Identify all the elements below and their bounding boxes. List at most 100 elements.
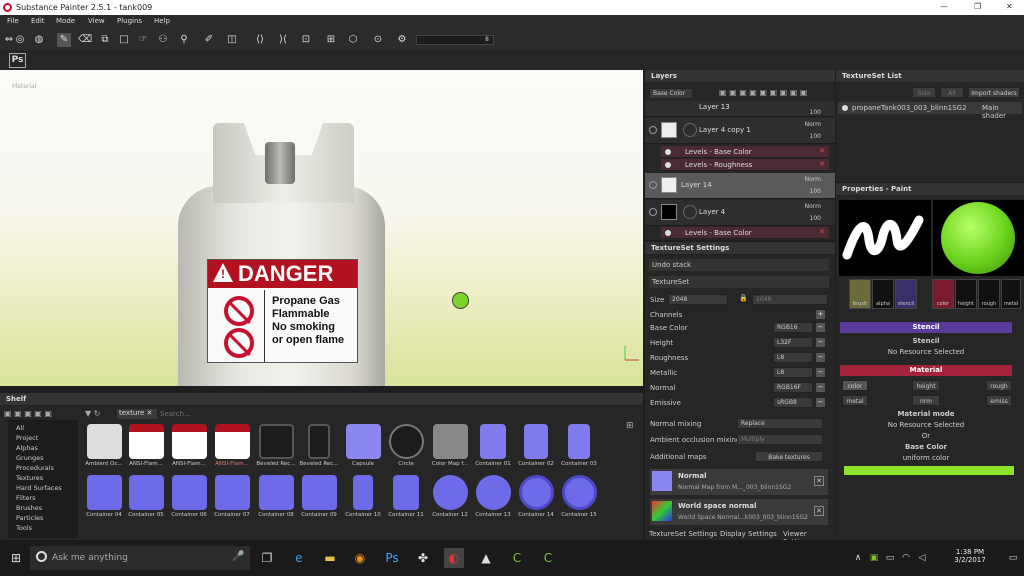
layer-opacity[interactable]: 100 — [810, 188, 821, 195]
channel-format[interactable]: sRGB8 — [773, 397, 813, 408]
channel-format[interactable]: RGB16F — [773, 382, 813, 393]
layer-row-selected[interactable]: Layer 14 Norm 100 — [645, 173, 835, 199]
channel-format[interactable]: L8 — [773, 367, 813, 378]
shelf-item[interactable]: Beveled Rec... — [256, 424, 296, 472]
shelf-item[interactable]: Container 04 — [84, 475, 124, 523]
close-button[interactable]: ✕ — [1006, 2, 1013, 11]
category-item[interactable]: Particles — [16, 514, 43, 522]
symmetry-icon[interactable]: ◫ — [225, 33, 239, 47]
shelf-item[interactable]: Container 05 — [126, 475, 166, 523]
lock-icon[interactable]: 🔒 — [739, 294, 748, 302]
stencil-value[interactable]: No Resource Selected — [840, 348, 1012, 356]
paint-brush-icon[interactable]: ✎ — [57, 33, 71, 47]
shelf-filter-icon[interactable]: ▼ ↻ — [85, 409, 100, 418]
screenshot-icon[interactable]: ⊡ — [299, 33, 313, 47]
shelf-item[interactable]: ANSI-Flam... — [169, 424, 209, 472]
camtasia-recorder-taskbar-icon[interactable]: C — [538, 548, 558, 568]
shelf-item[interactable]: Container 11 — [386, 475, 426, 523]
shelf-item-selected[interactable]: ANSI-Flam... — [212, 424, 252, 472]
projection-icon[interactable]: ⧉ — [98, 33, 112, 47]
shelf-item[interactable]: Container 01 — [473, 424, 513, 472]
brush-size-slider[interactable]: 8 — [416, 35, 494, 45]
layer-row[interactable]: Layer 13 100 — [645, 101, 835, 117]
add-channel-button[interactable]: + — [816, 310, 825, 319]
shelf-item[interactable]: Container 09 — [299, 475, 339, 523]
undo-stack-row[interactable]: Undo stack — [649, 259, 829, 271]
visibility-icon[interactable] — [649, 208, 657, 216]
mat-height-button[interactable]: height — [912, 380, 940, 391]
menu-edit[interactable]: Edit — [31, 17, 45, 25]
remove-channel-button[interactable]: − — [816, 368, 825, 377]
menu-view[interactable]: View — [88, 17, 105, 25]
category-item[interactable]: All — [16, 424, 24, 432]
map-card-normal[interactable]: Normal Normal Map from M..._003_blinn1SG2… — [650, 469, 828, 495]
category-item[interactable]: Project — [16, 434, 38, 442]
mirror-x-icon[interactable]: ⟨⟩ — [253, 33, 267, 47]
category-item[interactable]: Filters — [16, 494, 35, 502]
color-channel[interactable]: color — [932, 279, 954, 309]
layer-opacity[interactable]: 100 — [810, 215, 821, 222]
tab-textureset-settings[interactable]: TextureSet Settings — [649, 530, 717, 538]
shelf-item[interactable]: Container 10 — [343, 475, 383, 523]
effect-row[interactable]: Levels - Base Color ✕ — [661, 227, 829, 239]
remove-channel-button[interactable]: − — [816, 323, 825, 332]
layer-row[interactable]: Layer 4 Norm 100 — [645, 200, 835, 226]
photos-taskbar-icon[interactable]: ▲ — [476, 548, 496, 568]
maximize-button[interactable]: ❐ — [974, 2, 981, 11]
camera-icon[interactable]: ◎ — [13, 33, 27, 47]
smudge-icon[interactable]: ☞ — [136, 33, 150, 47]
minimize-button[interactable]: — — [940, 2, 948, 11]
mat-rough-button[interactable]: rough — [986, 380, 1012, 391]
shelf-item[interactable]: Container 02 — [516, 424, 556, 472]
shelf-item[interactable]: Container 08 — [256, 475, 296, 523]
shelf-item[interactable]: Container 13 — [473, 475, 513, 523]
effect-visibility-icon[interactable] — [665, 149, 671, 155]
bake-textures-button[interactable]: Bake textures — [755, 451, 823, 462]
effect-row[interactable]: Levels - Roughness ✕ — [661, 159, 829, 171]
app-taskbar-icon[interactable]: ✤ — [413, 548, 433, 568]
layer-row[interactable]: Layer 4 copy 1 Norm 100 — [645, 118, 835, 144]
height-channel[interactable]: height — [955, 279, 977, 309]
tab-display-settings[interactable]: Display Settings — [720, 530, 777, 538]
visibility-icon[interactable] — [649, 126, 657, 134]
layer-tools-icon[interactable]: ▣ ▣ ▣ ▣ ▣ ▣ ▣ ▣ ▣ — [719, 88, 807, 97]
stencil-channel[interactable]: stencil — [895, 279, 917, 309]
polygon-fill-icon[interactable]: □ — [117, 33, 131, 47]
remove-map-icon[interactable]: ✕ — [814, 506, 824, 516]
remove-map-icon[interactable]: ✕ — [814, 476, 824, 486]
notifications-icon[interactable]: ▭ — [1003, 548, 1023, 568]
render-icon[interactable]: ⊞ — [324, 33, 338, 47]
category-item[interactable]: Tools — [16, 524, 32, 532]
mat-color-button[interactable]: color — [842, 380, 868, 391]
shelf-item[interactable]: Container 14 — [516, 475, 556, 523]
layer-blend[interactable]: Norm — [805, 176, 821, 183]
mirror-y-icon[interactable]: ⟩⟨ — [276, 33, 290, 47]
shader-name[interactable]: Main shader — [982, 104, 1022, 120]
mat-metal-button[interactable]: metal — [842, 395, 868, 406]
effect-visibility-icon[interactable] — [665, 230, 671, 236]
stencil-section-header[interactable]: Stencil — [840, 322, 1012, 333]
normal-mixing-select[interactable]: Replace — [737, 418, 823, 429]
taskbar-clock[interactable]: 1:38 PM 3/2/2017 — [940, 548, 1000, 564]
file-explorer-icon[interactable]: ▬ — [320, 548, 340, 568]
remove-channel-button[interactable]: − — [816, 338, 825, 347]
color-picker-icon[interactable]: ⚲ — [177, 33, 191, 47]
layer-opacity[interactable]: 100 — [810, 133, 821, 140]
brush-channel[interactable]: brush — [849, 279, 871, 309]
ao-mixing-select[interactable]: Multiply — [737, 434, 823, 445]
shelf-item[interactable]: Container 07 — [212, 475, 252, 523]
metal-channel[interactable]: metal — [1001, 279, 1021, 309]
category-item[interactable]: Textures — [16, 474, 43, 482]
menu-file[interactable]: File — [7, 17, 19, 25]
remove-channel-button[interactable]: − — [816, 353, 825, 362]
mat-nrm-button[interactable]: nrm — [912, 395, 940, 406]
effect-row[interactable]: Levels - Base Color ✕ — [661, 146, 829, 158]
shelf-item[interactable]: Circle — [386, 424, 426, 472]
category-item[interactable]: Procedurals — [16, 464, 54, 472]
camtasia-taskbar-icon[interactable]: C — [507, 548, 527, 568]
size-select[interactable]: 2048 — [668, 294, 728, 305]
textureset-row[interactable]: TextureSet — [649, 276, 829, 288]
shelf-item[interactable]: Container 15 — [559, 475, 599, 523]
firefox-icon[interactable]: ◉ — [350, 548, 370, 568]
channel-format[interactable]: L32F — [773, 337, 813, 348]
